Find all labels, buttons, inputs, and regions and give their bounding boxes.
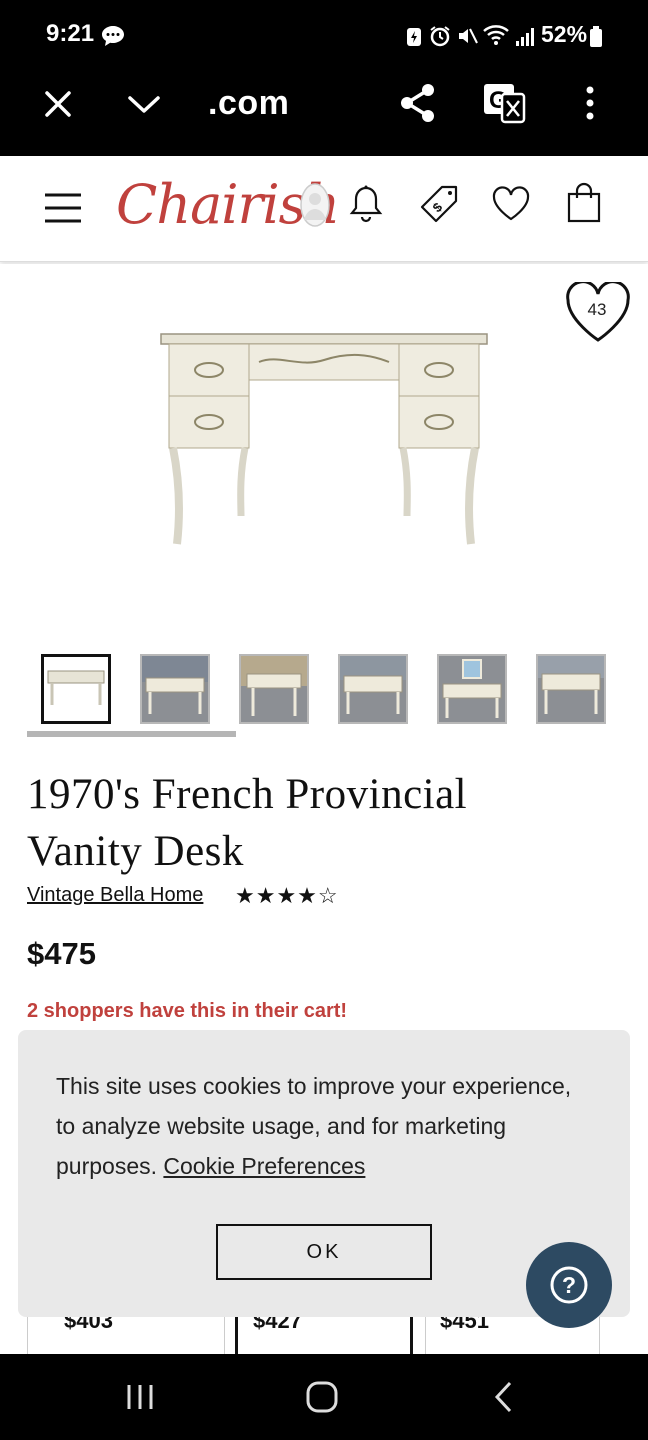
share-icon[interactable] xyxy=(398,82,438,124)
alarm-icon xyxy=(430,26,450,47)
thumbnail-desk-icon xyxy=(340,656,406,714)
system-navigation-bar xyxy=(0,1354,648,1440)
question-icon: ? xyxy=(550,1266,588,1304)
menu-icon[interactable] xyxy=(44,192,82,224)
status-time: 9:21 xyxy=(46,20,95,47)
battery-icon xyxy=(590,26,602,47)
thumbnail-desk-icon xyxy=(241,656,307,716)
bag-icon[interactable] xyxy=(566,182,602,224)
product-hero-image[interactable] xyxy=(0,264,648,634)
thumbnail-6[interactable] xyxy=(536,654,606,724)
back-icon[interactable] xyxy=(492,1380,516,1414)
seller-rating: ★★★★☆ xyxy=(235,883,339,908)
tag-icon[interactable]: $ xyxy=(418,184,460,224)
help-button[interactable]: ? xyxy=(526,1242,612,1328)
thumbnail-scrollbar[interactable] xyxy=(27,731,236,737)
wifi-icon xyxy=(483,25,509,45)
heart-icon[interactable] xyxy=(491,186,531,222)
product-title-line-2: Vanity Desk xyxy=(27,828,244,875)
chevron-down-icon[interactable] xyxy=(126,92,162,116)
site-header: Chairish $ xyxy=(0,156,648,262)
mute-icon xyxy=(459,28,478,44)
bell-icon[interactable] xyxy=(347,184,385,224)
cart-alert: 2 shoppers have this in their cart! xyxy=(27,1000,348,1022)
translate-icon[interactable]: G xyxy=(482,82,526,124)
product-title-line-1: 1970's French Provincial xyxy=(27,771,468,818)
thumbnail-desk-icon xyxy=(47,670,105,705)
thumbnail-vanity-mirror-icon xyxy=(442,659,502,718)
thumbnail-desk-icon xyxy=(142,656,208,714)
status-bar: 9:21 52% xyxy=(0,0,648,70)
signal-icon xyxy=(516,28,534,46)
vanity-desk-image xyxy=(160,333,488,545)
battery-saver-icon xyxy=(407,28,421,46)
cookie-ok-button[interactable]: OK xyxy=(216,1224,432,1280)
browser-toolbar: .com G xyxy=(0,70,648,156)
product-price: $475 xyxy=(27,936,96,971)
recent-apps-icon[interactable] xyxy=(126,1382,156,1412)
help-label: ? xyxy=(562,1272,576,1298)
seller-link[interactable]: Vintage Bella Home xyxy=(27,884,203,907)
user-icon[interactable] xyxy=(299,182,331,228)
more-icon[interactable] xyxy=(584,84,596,124)
thumbnail-5[interactable] xyxy=(437,654,507,724)
favorites-count: 43 xyxy=(587,300,607,319)
close-icon[interactable] xyxy=(42,88,74,120)
message-icon xyxy=(102,26,124,46)
url-text[interactable]: .com xyxy=(208,84,289,123)
thumbnail-2[interactable] xyxy=(140,654,210,724)
cookie-preferences-link[interactable]: Cookie Preferences xyxy=(163,1153,365,1179)
thumbnail-1[interactable] xyxy=(41,654,111,724)
thumbnail-3[interactable] xyxy=(239,654,309,724)
home-icon[interactable] xyxy=(305,1380,339,1414)
battery-percentage: 52% xyxy=(541,21,588,47)
thumbnail-desk-icon xyxy=(538,656,604,714)
thumbnail-4[interactable] xyxy=(338,654,408,724)
product-title: 1970's French Provincial Vanity Desk xyxy=(27,766,587,880)
cookie-message: This site uses cookies to improve your e… xyxy=(56,1066,596,1186)
